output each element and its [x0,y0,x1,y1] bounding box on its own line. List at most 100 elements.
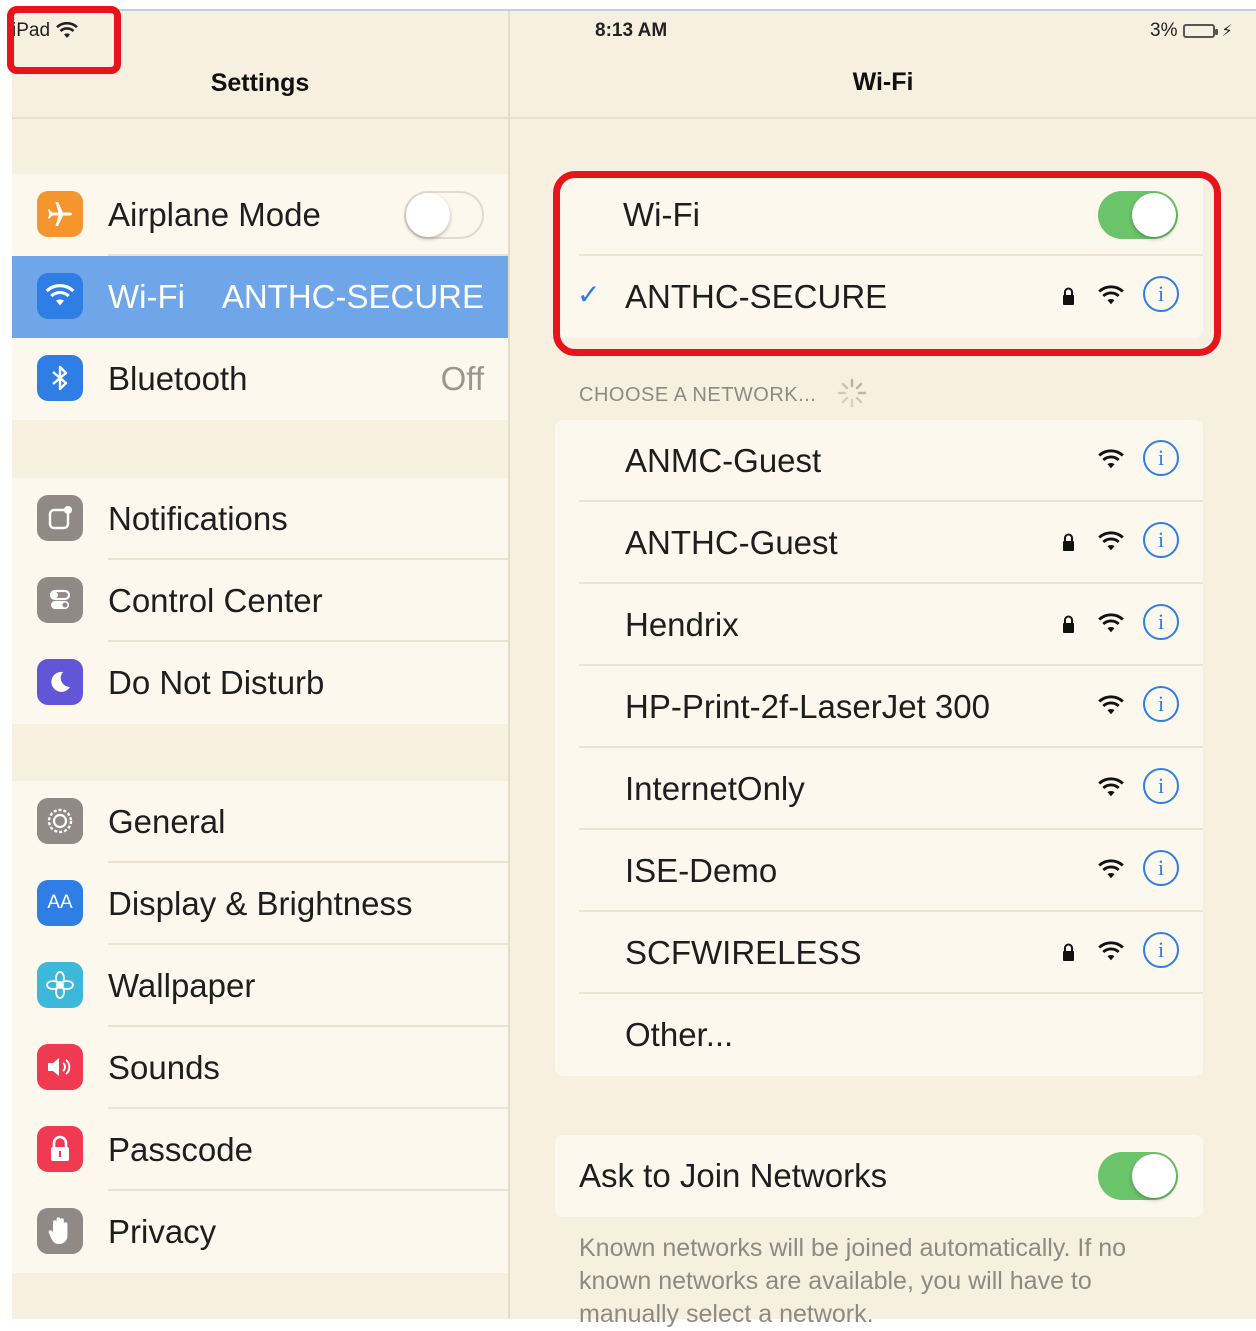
sidebar-item-wifi[interactable]: Wi-Fi ANTHC-SECURE [12,256,508,338]
sidebar-item-display-brightness[interactable]: AA Display & Brightness [12,863,508,945]
network-row[interactable]: ISE-Demo i [555,830,1203,912]
network-row[interactable]: HP-Print-2f-LaserJet 300 i [555,666,1203,748]
info-icon[interactable]: i [1143,604,1179,640]
moon-icon [37,659,83,705]
network-row[interactable]: ANMC-Guest i [555,420,1203,502]
info-icon[interactable]: i [1143,932,1179,968]
wifi-icon [37,273,83,319]
other-network-label: Other... [625,1016,734,1053]
ask-to-join-toggle[interactable] [1098,1152,1178,1200]
wifi-signal-icon [1098,777,1124,804]
sidebar-item-bluetooth[interactable]: Bluetooth Off [12,338,508,420]
settings-group-alerts: Notifications Control Center Do Not Dist… [12,478,508,724]
info-icon[interactable]: i [1143,522,1179,558]
lock-icon [1062,614,1075,634]
sidebar-item-label: Wi-Fi [108,278,185,315]
toggle-knob [406,193,450,237]
ask-to-join-card: Ask to Join Networks [555,1135,1203,1217]
network-name: HP-Print-2f-LaserJet 300 [625,688,990,725]
sidebar-item-value: Off [440,360,484,397]
ask-to-join-row: Ask to Join Networks [555,1135,1203,1217]
ask-to-join-footnote: Known networks will be joined automatica… [579,1234,1127,1328]
sidebar-item-label: Do Not Disturb [108,664,325,701]
airplane-mode-toggle[interactable] [404,191,484,239]
other-network-row[interactable]: Other... [555,994,1203,1076]
checkmark-icon: ✓ [577,279,601,310]
loading-spinner-icon [837,378,867,408]
lock-icon [1063,287,1074,305]
info-icon[interactable]: i [1143,768,1179,804]
wifi-signal-icon [1098,613,1124,640]
network-row[interactable]: Hendrix i [555,584,1203,666]
airplane-icon [37,191,83,237]
sidebar-item-label: Wallpaper [108,967,256,1004]
sidebar-item-value: ANTHC-SECURE [221,278,484,315]
settings-group-general: General AA Display & Brightness Wallpape… [12,781,508,1273]
settings-header-divider [12,117,508,119]
wifi-header-divider [510,117,1256,119]
wifi-toggle-label: Wi-Fi [623,196,700,233]
toggle-knob [1132,193,1176,237]
settings-header: Settings [12,11,508,117]
network-name: ANTHC-Guest [625,524,838,561]
sidebar-item-label: General [108,803,226,840]
network-name: InternetOnly [625,770,805,807]
notifications-icon [37,495,83,541]
sidebar-item-do-not-disturb[interactable]: Do Not Disturb [12,642,508,724]
speaker-icon [37,1044,83,1090]
lock-icon [1062,942,1075,962]
sidebar-item-label: Notifications [108,500,288,537]
connected-network-row[interactable]: ✓ ANTHC-SECURE i [555,256,1203,338]
sidebar-item-sounds[interactable]: Sounds [12,1027,508,1109]
ask-to-join-label: Ask to Join Networks [579,1157,888,1194]
sidebar-item-control-center[interactable]: Control Center [12,560,508,642]
network-list: ANMC-Guest i ANTHC-Guest i Hendrix i HP-Print-… [555,420,1203,1076]
sidebar-item-passcode[interactable]: Passcode [12,1109,508,1191]
status-bar-right: 3% ⚡ [1150,20,1233,42]
pane-divider [508,11,510,1319]
info-icon[interactable]: i [1143,850,1179,886]
toggle-knob [1132,1154,1176,1198]
choose-network-header: CHOOSE A NETWORK... [579,384,817,406]
info-icon[interactable]: i [1143,440,1179,476]
sidebar-item-label: Sounds [108,1049,220,1086]
display-icon: AA [37,880,83,926]
wifi-signal-icon [1098,285,1124,305]
sidebar-item-label: Display & Brightness [108,885,413,922]
network-row[interactable]: ANTHC-Guest i [555,502,1203,584]
lock-icon [1062,532,1075,552]
settings-title: Settings [210,69,310,97]
sidebar-item-notifications[interactable]: Notifications [12,478,508,560]
wifi-signal-icon [1098,695,1124,722]
info-icon[interactable]: i [1143,276,1179,312]
wifi-signal-icon [1098,449,1124,476]
sidebar-item-privacy[interactable]: Privacy [12,1191,508,1273]
connected-network-name: ANTHC-SECURE [625,278,888,315]
sidebar-item-airplane-mode[interactable]: Airplane Mode [12,174,508,256]
wifi-page-title: Wi-Fi [852,68,914,96]
info-icon[interactable]: i [1143,686,1179,722]
sidebar-item-label: Privacy [108,1213,217,1250]
sidebar-item-wallpaper[interactable]: Wallpaper [12,945,508,1027]
wifi-main-card: Wi-Fi ✓ ANTHC-SECURE i [555,174,1203,338]
wifi-toggle-row: Wi-Fi [555,174,1203,256]
sidebar-item-label: Airplane Mode [108,196,321,233]
sidebar-item-general[interactable]: General [12,781,508,863]
gear-icon [37,798,83,844]
network-name: ISE-Demo [625,852,778,889]
wallpaper-icon [37,962,83,1008]
bluetooth-icon [37,355,83,401]
wifi-signal-icon [1098,941,1124,968]
wifi-signal-icon [1098,531,1124,558]
hand-icon [37,1208,83,1254]
network-name: ANMC-Guest [625,442,822,479]
network-name: Hendrix [625,606,739,643]
settings-group-connectivity: Airplane Mode Wi-Fi ANTHC-SECURE Bluetoo… [12,174,508,420]
wifi-toggle[interactable] [1098,191,1178,239]
network-row[interactable]: InternetOnly i [555,748,1203,830]
network-row[interactable]: SCFWIRELESS i [555,912,1203,994]
network-name: SCFWIRELESS [625,934,862,971]
control-center-icon [37,577,83,623]
battery-icon [1183,24,1219,38]
sidebar-item-label: Bluetooth [108,360,248,397]
